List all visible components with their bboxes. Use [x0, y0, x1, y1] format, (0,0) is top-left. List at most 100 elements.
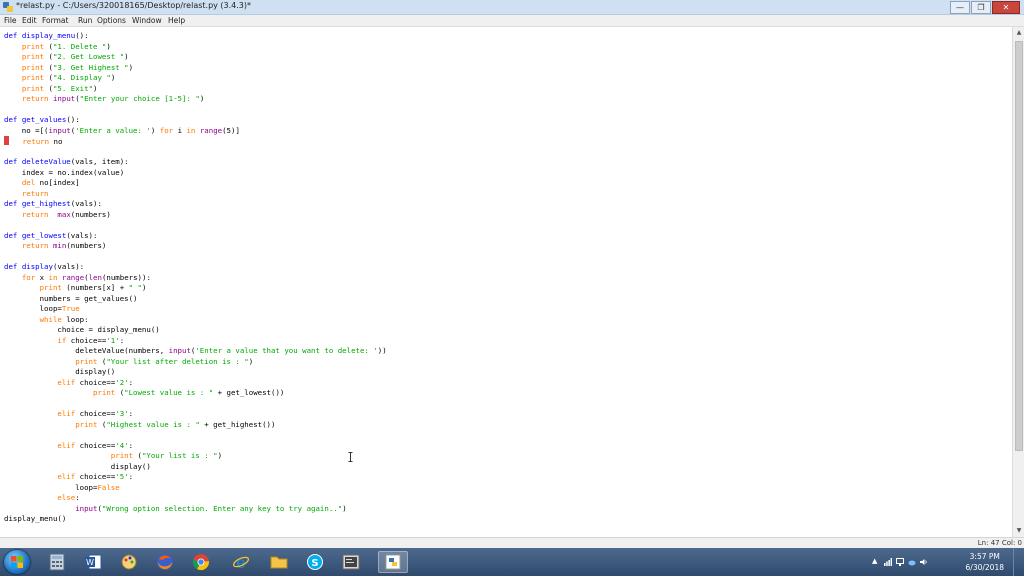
- code-line[interactable]: print ("5. Exit"): [4, 84, 387, 95]
- code-line[interactable]: return input("Enter your choice [1-5]: "…: [4, 94, 387, 105]
- code-token: + get_highest()): [199, 419, 276, 429]
- code-token: elif: [57, 440, 76, 450]
- code-line[interactable]: [4, 430, 387, 441]
- start-button[interactable]: [4, 550, 30, 574]
- maximize-button[interactable]: ❐: [971, 1, 991, 14]
- code-token: ): [128, 62, 134, 72]
- code-token: :: [119, 335, 125, 345]
- code-line[interactable]: print ("Highest value is : " + get_highe…: [4, 420, 387, 431]
- menu-help[interactable]: Help: [168, 16, 185, 25]
- taskbar-app-python-idle[interactable]: [378, 551, 408, 573]
- taskbar-app-calculator[interactable]: [42, 551, 72, 573]
- code-line[interactable]: loop=False: [4, 483, 387, 494]
- code-line[interactable]: no =[(input('Enter a value: ') for i in …: [4, 126, 387, 137]
- code-line[interactable]: def deleteValue(vals, item):: [4, 157, 387, 168]
- code-line[interactable]: elif choice=='4':: [4, 441, 387, 452]
- scroll-up-icon[interactable]: ▲: [1015, 29, 1023, 37]
- code-line[interactable]: numbers = get_values(): [4, 294, 387, 305]
- code-token: index = no.index(value): [4, 167, 125, 177]
- code-line[interactable]: [4, 105, 387, 116]
- code-line[interactable]: return no: [4, 136, 387, 147]
- window-titlebar[interactable]: *relast.py - C:/Users/320018165/Desktop/…: [0, 0, 1024, 15]
- network-icon[interactable]: [884, 558, 892, 566]
- taskbar-app-terminal[interactable]: [336, 551, 366, 573]
- code-text[interactable]: def display_menu(): print ("1. Delete ")…: [4, 31, 387, 525]
- code-line[interactable]: choice = display_menu(): [4, 325, 387, 336]
- code-line[interactable]: def get_values():: [4, 115, 387, 126]
- code-line[interactable]: [4, 220, 387, 231]
- tray-expand-icon[interactable]: ▲: [872, 557, 880, 565]
- code-line[interactable]: display_menu(): [4, 514, 387, 525]
- code-line[interactable]: index = no.index(value): [4, 168, 387, 179]
- code-line[interactable]: print ("Lowest value is : " + get_lowest…: [4, 388, 387, 399]
- code-line[interactable]: del no[index]: [4, 178, 387, 189]
- menu-run[interactable]: Run: [78, 16, 92, 25]
- code-token: elif: [57, 409, 76, 418]
- code-line[interactable]: elif choice=='5':: [4, 472, 387, 483]
- window-title: *relast.py - C:/Users/320018165/Desktop/…: [16, 1, 252, 10]
- taskbar-app-file-explorer[interactable]: [264, 551, 294, 573]
- code-line[interactable]: deleteValue(numbers, input('Enter a valu…: [4, 346, 387, 357]
- minimize-button[interactable]: —: [950, 1, 970, 14]
- code-line[interactable]: print ("3. Get Highest "): [4, 63, 387, 74]
- code-line[interactable]: while loop:: [4, 315, 387, 326]
- code-line[interactable]: return: [4, 189, 387, 200]
- taskbar-app-word[interactable]: W: [78, 551, 108, 573]
- cloud-sync-icon[interactable]: [908, 558, 916, 566]
- code-line[interactable]: print ("2. Get Lowest "): [4, 52, 387, 63]
- taskbar-app-firefox[interactable]: [150, 551, 180, 573]
- code-line[interactable]: print ("Your list after deletion is : "): [4, 357, 387, 368]
- calculator-icon: [49, 553, 65, 571]
- code-line[interactable]: return min(numbers): [4, 241, 387, 252]
- menu-window[interactable]: Window: [132, 16, 162, 25]
- volume-icon[interactable]: [920, 558, 928, 566]
- scroll-thumb[interactable]: [1015, 41, 1023, 451]
- taskbar-app-paint[interactable]: [114, 551, 144, 573]
- vertical-scrollbar[interactable]: ▲ ▼: [1012, 27, 1024, 537]
- code-line[interactable]: def display(vals):: [4, 262, 387, 273]
- monitor-icon[interactable]: [896, 558, 904, 566]
- code-line[interactable]: print ("4. Display "): [4, 73, 387, 84]
- code-token: elif: [57, 377, 76, 387]
- code-line[interactable]: for x in range(len(numbers)):: [4, 273, 387, 284]
- code-line[interactable]: print ("Your list is : "): [4, 451, 387, 462]
- taskbar-clock[interactable]: 3:57 PM 6/30/2018: [966, 551, 1004, 573]
- code-line[interactable]: [4, 147, 387, 158]
- taskbar-app-skype[interactable]: S: [300, 551, 330, 573]
- taskbar-app-chrome[interactable]: [186, 551, 216, 573]
- code-token: choice==: [66, 335, 107, 345]
- code-line[interactable]: [4, 399, 387, 410]
- code-line[interactable]: [4, 252, 387, 263]
- menu-options[interactable]: Options: [97, 16, 126, 25]
- code-token: "2. Get Lowest ": [52, 52, 125, 61]
- code-token: "1. Delete ": [52, 41, 107, 51]
- code-line[interactable]: display(): [4, 462, 387, 473]
- code-token: (: [44, 52, 53, 61]
- code-line[interactable]: print ("1. Delete "): [4, 42, 387, 53]
- code-line[interactable]: if choice=='1':: [4, 336, 387, 347]
- scroll-down-icon[interactable]: ▼: [1015, 527, 1023, 535]
- code-line[interactable]: display(): [4, 367, 387, 378]
- code-line[interactable]: return max(numbers): [4, 210, 387, 221]
- code-token: for: [159, 125, 174, 135]
- taskbar-app-internet-explorer[interactable]: e: [226, 551, 256, 573]
- code-token: def: [4, 157, 18, 166]
- code-line[interactable]: elif choice=='3':: [4, 409, 387, 420]
- code-line[interactable]: elif choice=='2':: [4, 378, 387, 389]
- code-editor[interactable]: def display_menu(): print ("1. Delete ")…: [0, 27, 1012, 537]
- code-line[interactable]: print (numbers[x] + " "): [4, 283, 387, 294]
- close-button[interactable]: ✕: [992, 1, 1020, 14]
- menu-edit[interactable]: Edit: [22, 16, 37, 25]
- code-token: def: [4, 199, 18, 208]
- code-line[interactable]: loop=True: [4, 304, 387, 315]
- code-line[interactable]: else:: [4, 493, 387, 504]
- code-line[interactable]: def get_highest(vals):: [4, 199, 387, 210]
- show-desktop-button[interactable]: [1013, 548, 1024, 576]
- menu-format[interactable]: Format: [42, 16, 68, 25]
- code-line[interactable]: def display_menu():: [4, 31, 387, 42]
- code-line[interactable]: def get_lowest(vals):: [4, 231, 387, 242]
- menu-file[interactable]: File: [4, 16, 17, 25]
- code-line[interactable]: input("Wrong option selection. Enter any…: [4, 504, 387, 515]
